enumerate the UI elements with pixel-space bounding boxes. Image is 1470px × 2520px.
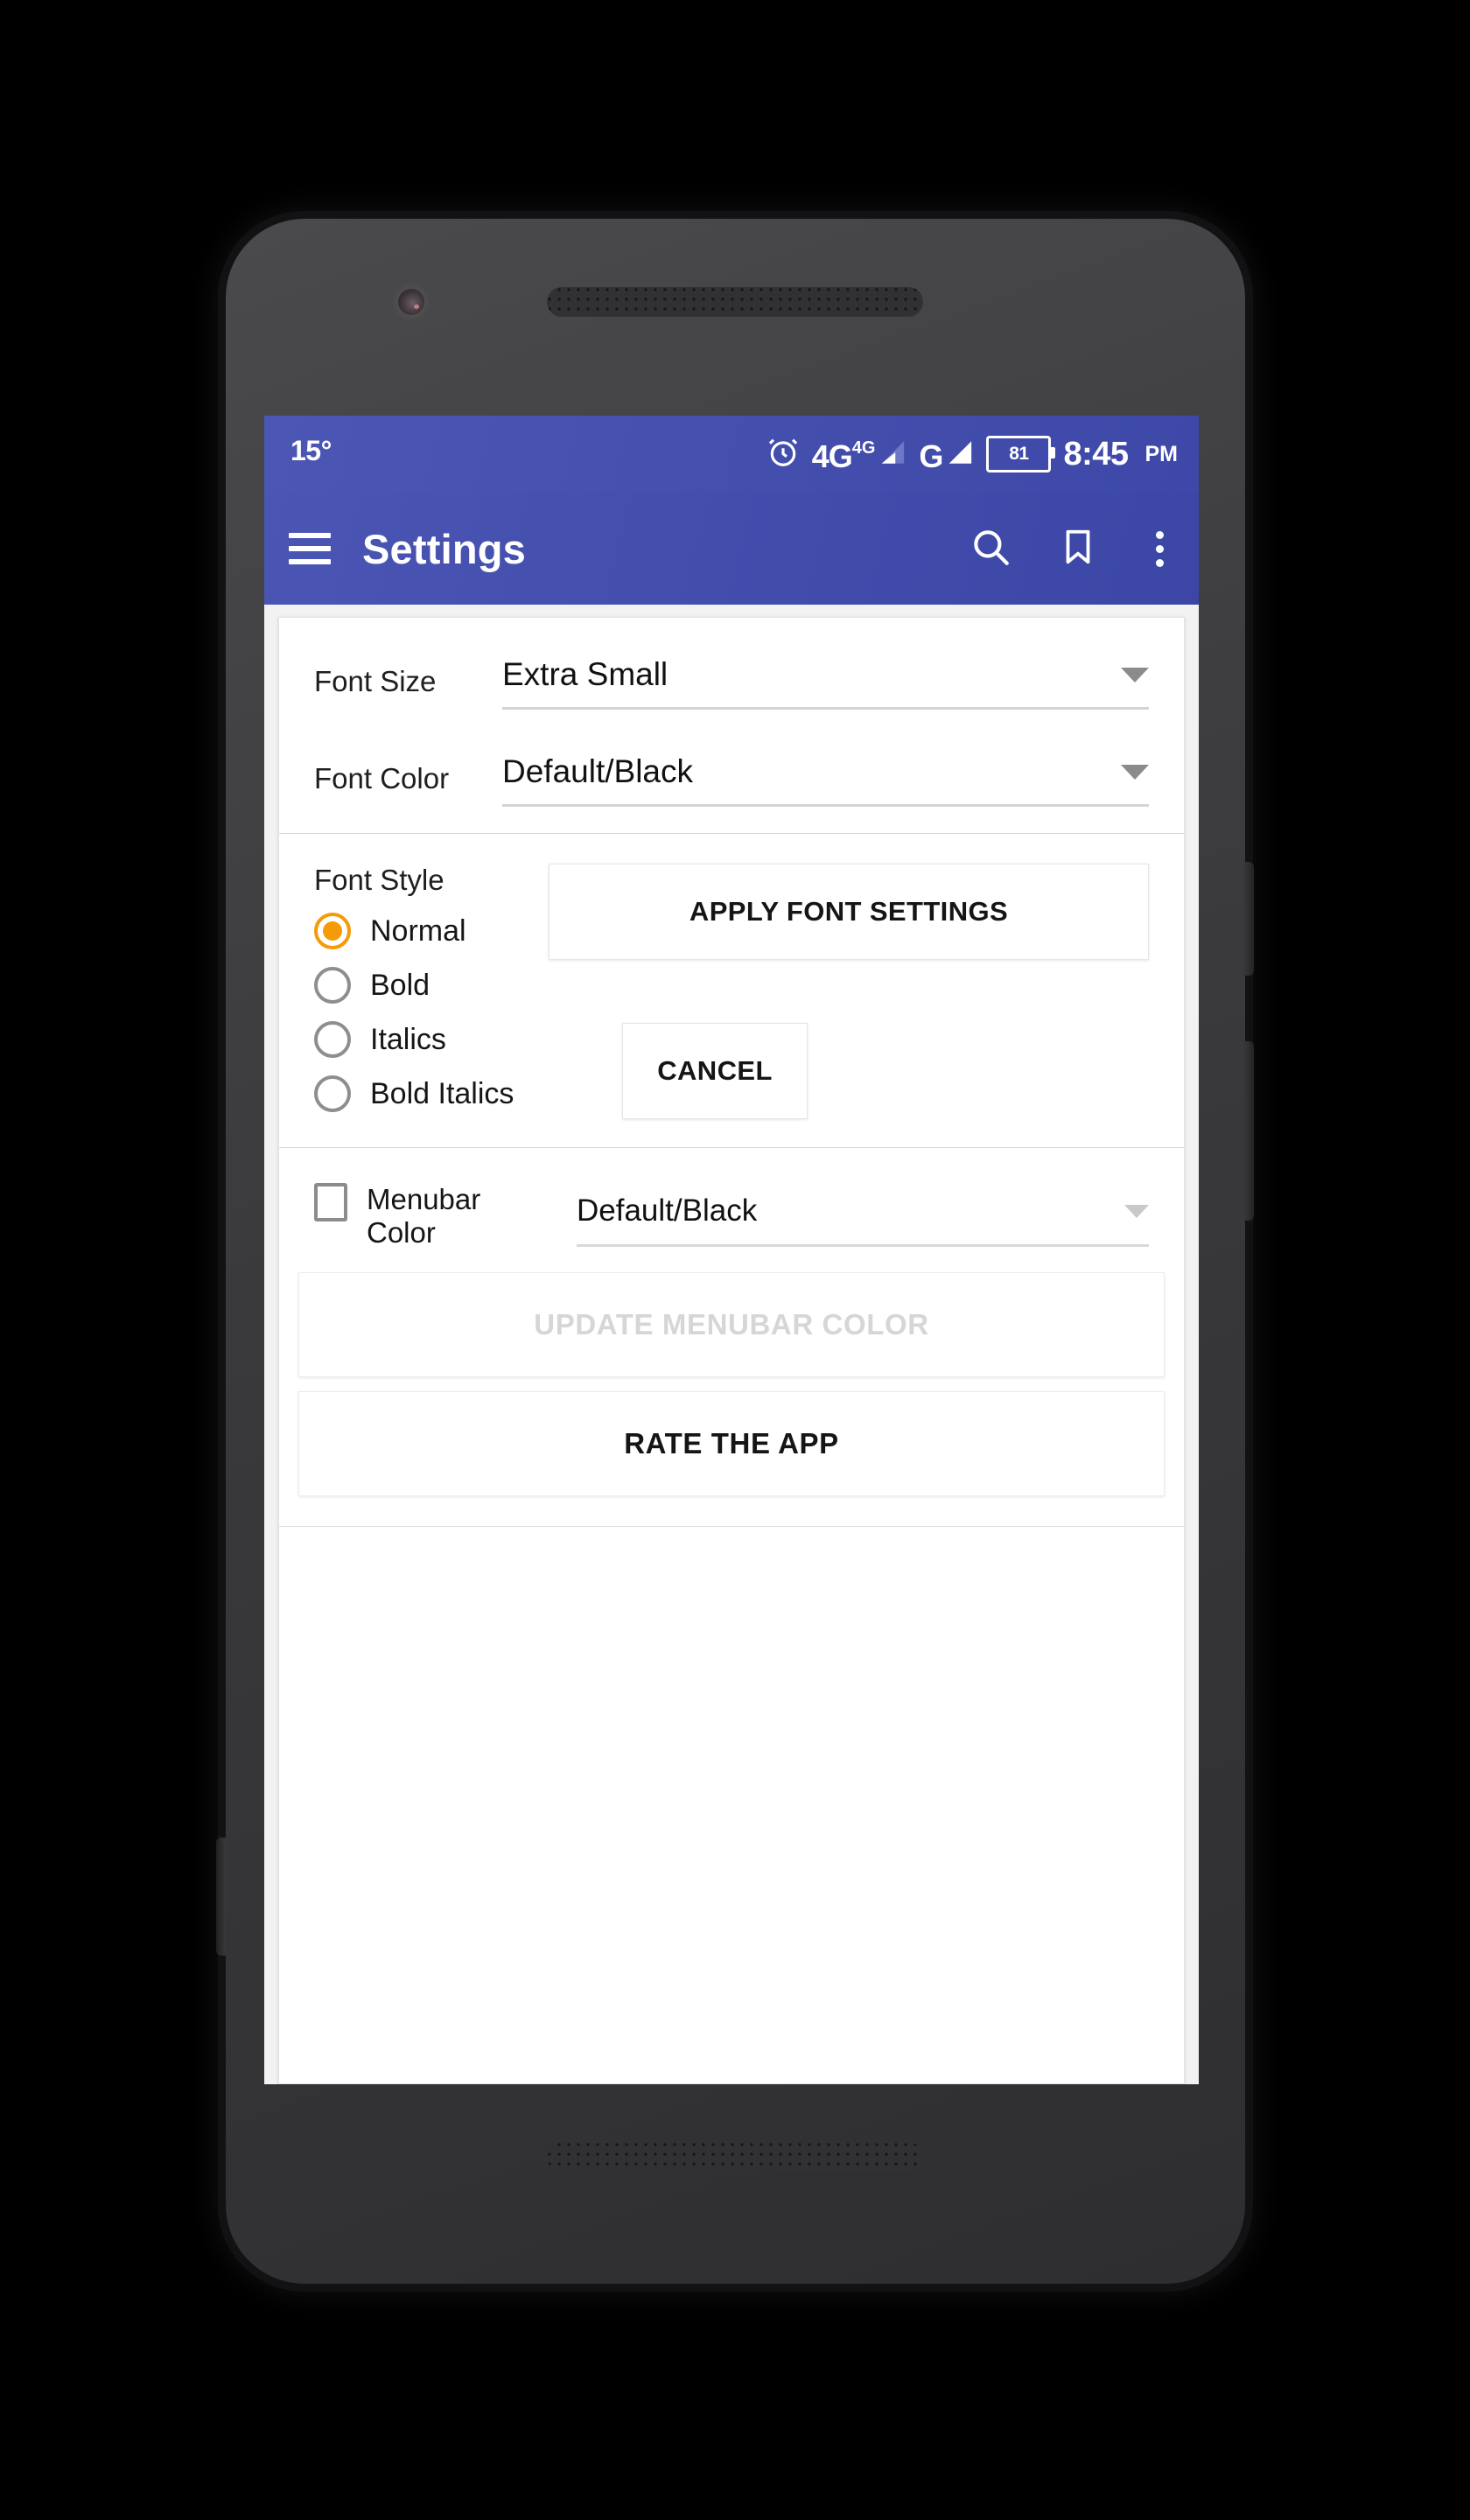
search-icon[interactable] [969,525,1012,573]
bottom-buttons: UPDATE MENUBAR COLOR RATE THE APP [279,1271,1184,1496]
rate-the-app-button[interactable]: RATE THE APP [298,1390,1165,1496]
app-bar-actions [969,525,1176,573]
radio-button-icon-bold [314,967,351,1004]
left-side-button[interactable] [216,1838,226,1956]
status-temperature: 15° [290,434,332,466]
menubar-color-checkbox-row[interactable]: Menubar Color [314,1180,577,1250]
battery-level-text: 81 [1009,444,1029,464]
font-size-value: Extra Small [502,656,668,692]
signal-bars-icon [877,438,906,472]
earpiece-speaker [547,287,923,317]
signal-bars-icon-2 [944,438,974,472]
font-action-buttons: APPLY FONT SETTINGS CANCEL [533,864,1149,1130]
network-type-superscript: 4G [851,438,876,458]
font-color-value: Default/Black [502,753,693,789]
network-type-label-2: G [919,438,943,475]
font-size-label: Font Size [314,665,437,697]
radio-italics[interactable]: Italics [314,1021,533,1058]
font-color-dropdown[interactable]: Default/Black [502,753,1149,807]
cancel-button[interactable]: CANCEL [622,1023,808,1119]
font-style-radio-group: Font Style Normal Bold Italics Bold Ital… [314,864,533,1130]
radio-bold[interactable]: Bold [314,967,533,1004]
font-style-label: Font Style [314,864,444,896]
menubar-color-section: Menubar Color Default/Black [279,1148,1184,1272]
network-type-label: 4G [811,438,853,475]
signal-4g-indicator: 4G 4G [812,438,907,472]
divider-3 [279,1525,1184,1527]
menubar-color-dropdown[interactable]: Default/Black [577,1194,1149,1247]
menubar-color-label: Menubar Color [367,1183,481,1249]
font-dropdowns-section: Font Size Extra Small Font Color Default… [279,618,1184,833]
radio-button-icon-bold-italics [314,1075,351,1112]
signal-g-indicator: G [919,438,974,472]
font-style-section: Font Style Normal Bold Italics Bold Ital… [279,834,1184,1147]
front-camera [398,289,424,315]
radio-normal[interactable]: Normal [314,913,533,949]
chevron-down-icon [1121,667,1149,682]
radio-label-bold-italics: Bold Italics [370,1076,514,1110]
content-area: Font Size Extra Small Font Color Default… [264,605,1199,2084]
bookmark-icon[interactable] [1058,527,1098,571]
settings-card: Font Size Extra Small Font Color Default… [278,617,1185,2084]
page-title: Settings [362,525,527,572]
font-color-label: Font Color [314,762,450,794]
status-time-period: PM [1144,441,1179,466]
bottom-speaker [547,2142,923,2172]
radio-button-icon-italics [314,1021,351,1058]
checkbox-icon-menubar-color[interactable] [314,1183,347,1222]
apply-font-settings-button[interactable]: APPLY FONT SETTINGS [549,864,1149,960]
status-time: 8:45 [1063,435,1129,472]
power-button[interactable] [1243,862,1254,976]
radio-label-italics: Italics [370,1022,446,1056]
font-color-row: Font Color Default/Black [314,713,1149,833]
app-bar: Settings [264,493,1199,605]
alarm-clock-icon [766,436,800,473]
radio-bold-italics[interactable]: Bold Italics [314,1075,533,1112]
radio-label-bold: Bold [370,968,430,1002]
radio-label-normal: Normal [370,914,466,948]
font-size-row: Font Size Extra Small [314,618,1149,713]
chevron-down-icon-3 [1124,1204,1149,1218]
hamburger-menu-icon[interactable] [289,533,331,564]
status-bar: 15° 4G 4G G 81 8:45 PM [264,416,1199,493]
chevron-down-icon-2 [1121,764,1149,780]
radio-button-icon-normal [314,913,351,949]
status-bar-icons: 4G 4G G 81 8:45 PM [766,436,1178,473]
battery-icon: 81 [986,436,1056,472]
more-vertical-icon[interactable] [1144,528,1176,570]
menubar-color-value: Default/Black [577,1194,758,1228]
font-size-dropdown[interactable]: Extra Small [502,656,1149,710]
update-menubar-color-button[interactable]: UPDATE MENUBAR COLOR [298,1271,1165,1377]
phone-screen: 15° 4G 4G G 81 8:45 PM Settings Font Siz… [264,416,1199,2084]
volume-button[interactable] [1243,1041,1254,1221]
